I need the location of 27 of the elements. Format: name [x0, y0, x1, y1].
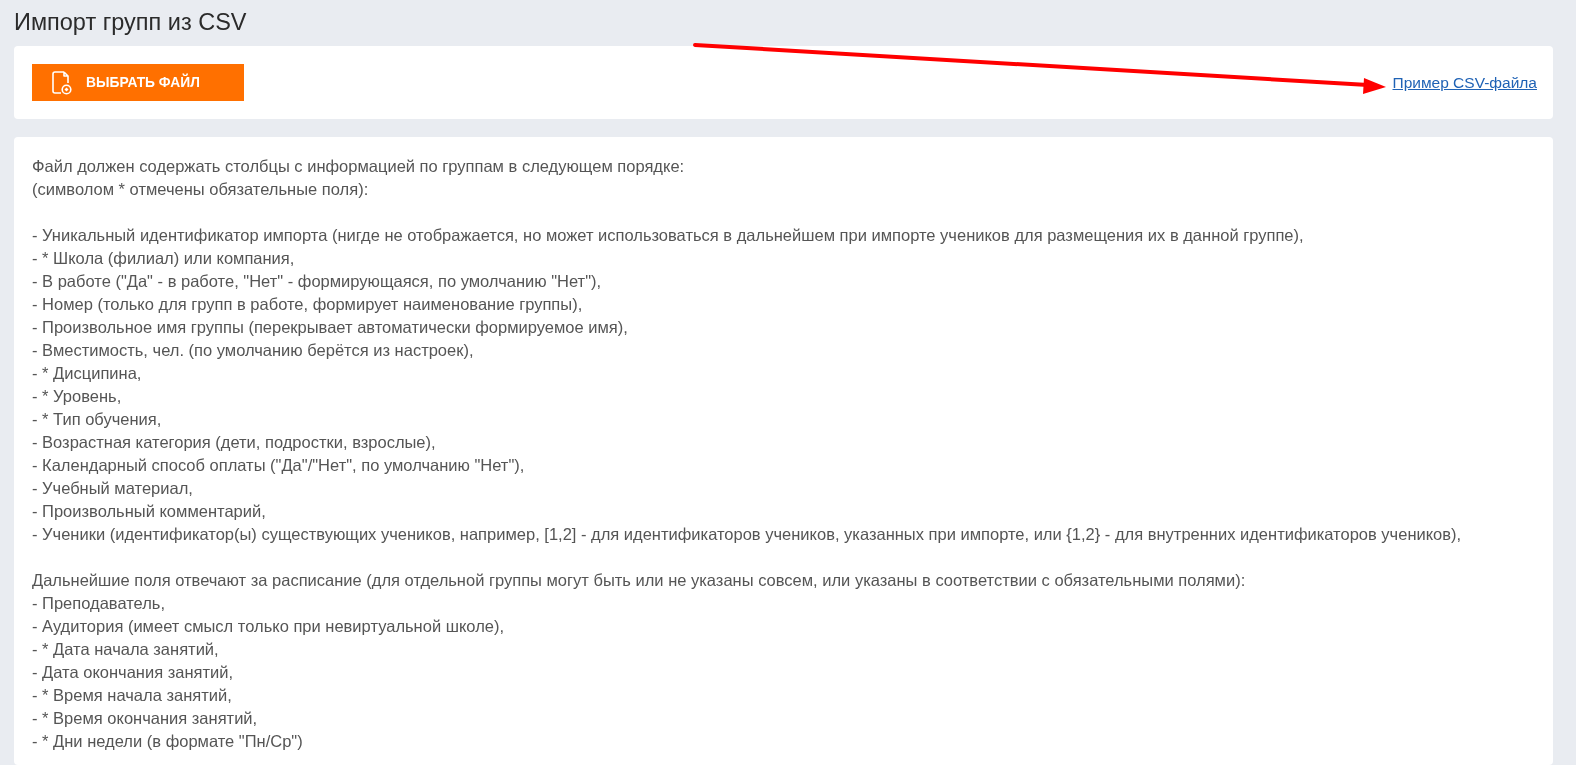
column-list-item: - Возрастная категория (дети, подростки, взрослые),	[32, 432, 437, 453]
schedule-list-item: - * Дни недели (в формате "Пн/Ср")	[32, 731, 304, 752]
schedule-list-item: - * Время начала занятий,	[32, 685, 233, 706]
schedule-note-text: Дальнейшие поля отвечают за расписание (для отдельной группы могут быть или не указаны совсем, или указаны в соответствии с обязательными полями):	[32, 570, 1247, 591]
schedule-list-item: - Аудитория (имеет смысл только при невиртуальной школе),	[32, 616, 506, 637]
column-list-item: - Ученики (идентификатор(ы) существующих учеников, например, [1,2] - для идентификаторов учеников, указанных при импорте, или {1,2} - для внутренних идентификаторов учеников),	[32, 524, 1463, 545]
column-list-item: - * Школа (филиал) или компания,	[32, 248, 296, 269]
instructions-text: (символом * отмечены обязательные поля):	[32, 179, 370, 200]
schedule-list-item: - Преподаватель,	[32, 593, 167, 614]
instructions-text: Файл должен содержать столбцы с информацией по группам в следующем порядке:	[32, 156, 686, 177]
page-title: Импорт групп из CSV	[14, 8, 248, 37]
schedule-list-item: - * Дата начала занятий,	[32, 639, 220, 660]
column-list-item: - Вместимость, чел. (по умолчанию берётся из настроек),	[32, 340, 475, 361]
schedule-list-item: - * Время окончания занятий,	[32, 708, 259, 729]
file-gear-icon	[52, 70, 72, 95]
column-list-item: - Произвольное имя группы (перекрывает автоматически формируемое имя),	[32, 317, 629, 338]
column-list-item: - * Дисципина,	[32, 363, 143, 384]
column-list-item: - Учебный материал,	[32, 478, 194, 499]
column-list-item: - * Уровень,	[32, 386, 123, 407]
column-list-item: - Уникальный идентификатор импорта (нигде не отображается, но может использоваться в дальнейшем при импорте учеников для размещения их в данной группе),	[32, 225, 1305, 246]
column-list-item: - Произвольный комментарий,	[32, 501, 267, 522]
column-list-item: - * Тип обучения,	[32, 409, 163, 430]
schedule-list-item: - Дата окончания занятий,	[32, 662, 235, 683]
column-list-item: - В работе ("Да" - в работе, "Нет" - формирующаяся, по умолчанию "Нет"),	[32, 271, 603, 292]
column-list-item: - Номер (только для групп в работе, формирует наименование группы),	[32, 294, 584, 315]
sample-csv-link[interactable]: Пример CSV-файла	[1392, 73, 1537, 92]
column-list-item: - Календарный способ оплаты ("Да"/"Нет", по умолчанию "Нет"),	[32, 455, 526, 476]
